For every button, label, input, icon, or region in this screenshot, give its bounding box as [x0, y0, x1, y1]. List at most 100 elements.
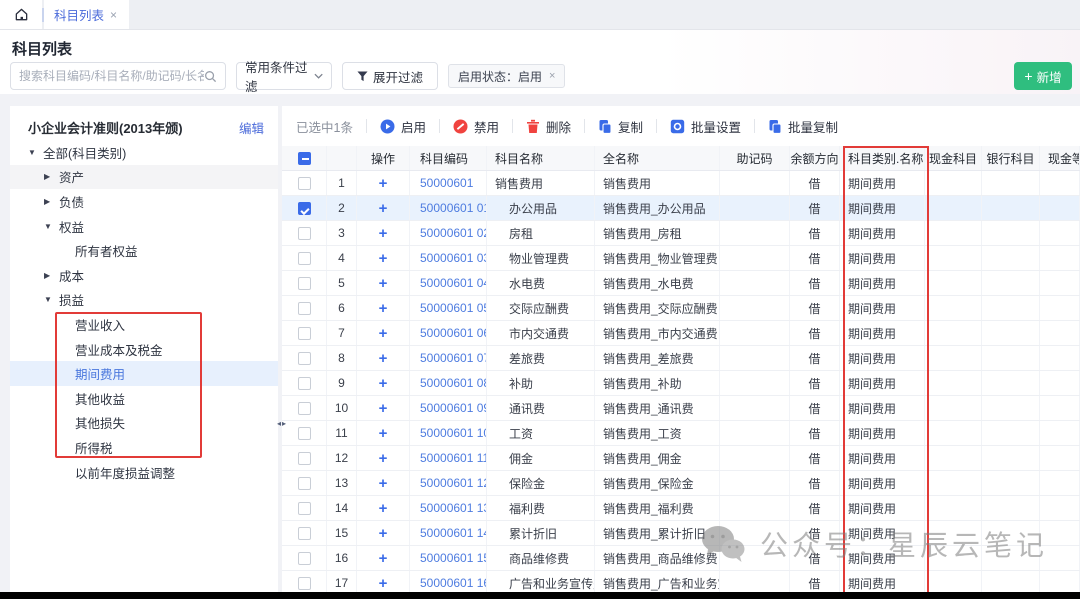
edit-link[interactable]: 编辑 [239, 118, 264, 137]
row-checkbox[interactable] [298, 552, 311, 565]
subject-code-link[interactable]: 50000601 05 [410, 296, 487, 320]
add-child-icon[interactable]: + [379, 576, 388, 591]
tree-down-arrow-icon[interactable]: ▼ [28, 148, 38, 157]
tree-item-13[interactable]: 以前年度损益调整 [10, 460, 278, 485]
table-row[interactable]: 12+50000601 11佣金销售费用_佣金借期间费用 [282, 446, 1080, 471]
row-checkbox[interactable] [298, 252, 311, 265]
row-checkbox[interactable] [298, 477, 311, 490]
table-row[interactable]: 9+50000601 08补助销售费用_补助借期间费用 [282, 371, 1080, 396]
row-checkbox[interactable] [298, 527, 311, 540]
search-box[interactable] [10, 62, 226, 90]
table-row[interactable]: 4+50000601 03物业管理费销售费用_物业管理费借期间费用 [282, 246, 1080, 271]
add-child-icon[interactable]: + [379, 401, 388, 416]
tree-item-0[interactable]: ▼全部(科目类别) [10, 140, 278, 165]
row-checkbox[interactable] [298, 177, 311, 190]
add-child-icon[interactable]: + [379, 351, 388, 366]
toolbar-button-1[interactable]: 禁用 [453, 117, 499, 136]
row-checkbox[interactable] [298, 227, 311, 240]
subject-code-link[interactable]: 50000601 03 [410, 246, 487, 270]
tree-item-1[interactable]: ▶资产 [10, 165, 278, 190]
table-row[interactable]: 5+50000601 04水电费销售费用_水电费借期间费用 [282, 271, 1080, 296]
table-row[interactable]: 1+50000601销售费用销售费用借期间费用 [282, 171, 1080, 196]
subject-code-link[interactable]: 50000601 02 [410, 221, 487, 245]
table-row[interactable]: 11+50000601 10工资销售费用_工资借期间费用 [282, 421, 1080, 446]
toolbar-button-3[interactable]: 复制 [598, 117, 643, 136]
tree-item-12[interactable]: 所得税 [10, 435, 278, 460]
home-button[interactable] [0, 0, 42, 29]
subject-code-link[interactable]: 50000601 12 [410, 471, 487, 495]
tree-item-11[interactable]: 其他损失 [10, 411, 278, 436]
tab-close-icon[interactable]: × [110, 8, 117, 22]
tree-down-arrow-icon[interactable]: ▼ [44, 222, 54, 231]
condition-filter-dropdown[interactable]: 常用条件过滤 [236, 62, 332, 90]
subject-code-link[interactable]: 50000601 06 [410, 321, 487, 345]
tree-item-10[interactable]: 其他收益 [10, 386, 278, 411]
row-checkbox[interactable] [298, 427, 311, 440]
tree-item-9[interactable]: 期间费用 [10, 361, 278, 386]
subject-code-link[interactable]: 50000601 15 [410, 546, 487, 570]
toolbar-button-0[interactable]: 启用 [380, 117, 426, 136]
row-checkbox[interactable] [298, 327, 311, 340]
tree-item-7[interactable]: 营业收入 [10, 312, 278, 337]
subject-code-link[interactable]: 50000601 04 [410, 271, 487, 295]
add-child-icon[interactable]: + [379, 451, 388, 466]
add-button[interactable]: + 新增 [1014, 62, 1072, 90]
subject-code-link[interactable]: 50000601 [410, 171, 487, 195]
table-row[interactable]: 16+50000601 15商品维修费销售费用_商品维修费借期间费用 [282, 546, 1080, 571]
add-child-icon[interactable]: + [379, 201, 388, 216]
row-checkbox[interactable] [298, 277, 311, 290]
add-child-icon[interactable]: + [379, 226, 388, 241]
add-child-icon[interactable]: + [379, 551, 388, 566]
subject-code-link[interactable]: 50000601 14 [410, 521, 487, 545]
add-child-icon[interactable]: + [379, 501, 388, 516]
tree-right-arrow-icon[interactable]: ▶ [44, 172, 54, 181]
subject-code-link[interactable]: 50000601 13 [410, 496, 487, 520]
select-all-checkbox[interactable] [298, 152, 311, 165]
add-child-icon[interactable]: + [379, 376, 388, 391]
add-child-icon[interactable]: + [379, 426, 388, 441]
table-row[interactable]: 13+50000601 12保险金销售费用_保险金借期间费用 [282, 471, 1080, 496]
table-row[interactable]: 3+50000601 02房租销售费用_房租借期间费用 [282, 221, 1080, 246]
row-checkbox[interactable] [298, 452, 311, 465]
add-child-icon[interactable]: + [379, 176, 388, 191]
subject-code-link[interactable]: 50000601 09 [410, 396, 487, 420]
toolbar-button-2[interactable]: 删除 [526, 117, 571, 136]
row-checkbox-checked[interactable] [298, 202, 311, 215]
tree-item-8[interactable]: 营业成本及税金 [10, 337, 278, 362]
tab-subject-list[interactable]: 科目列表 × [44, 0, 129, 29]
filter-tag-close-icon[interactable]: × [549, 70, 555, 82]
tree-down-arrow-icon[interactable]: ▼ [44, 295, 54, 304]
tree-right-arrow-icon[interactable]: ▶ [44, 271, 54, 280]
row-checkbox[interactable] [298, 302, 311, 315]
row-checkbox[interactable] [298, 402, 311, 415]
table-row[interactable]: 8+50000601 07差旅费销售费用_差旅费借期间费用 [282, 346, 1080, 371]
tree-right-arrow-icon[interactable]: ▶ [44, 197, 54, 206]
subject-code-link[interactable]: 50000601 11 [410, 446, 487, 470]
add-child-icon[interactable]: + [379, 301, 388, 316]
add-child-icon[interactable]: + [379, 526, 388, 541]
add-child-icon[interactable]: + [379, 251, 388, 266]
tree-item-6[interactable]: ▼损益 [10, 288, 278, 313]
tree-item-4[interactable]: 所有者权益 [10, 238, 278, 263]
table-row[interactable]: 6+50000601 05交际应酬费销售费用_交际应酬费借期间费用 [282, 296, 1080, 321]
table-row[interactable]: 10+50000601 09通讯费销售费用_通讯费借期间费用 [282, 396, 1080, 421]
expand-filter-button[interactable]: 展开过滤 [342, 62, 438, 90]
add-child-icon[interactable]: + [379, 326, 388, 341]
row-checkbox[interactable] [298, 577, 311, 590]
table-row[interactable]: 15+50000601 14累计折旧销售费用_累计折旧借期间费用 [282, 521, 1080, 546]
tree-item-2[interactable]: ▶负债 [10, 189, 278, 214]
tree-item-5[interactable]: ▶成本 [10, 263, 278, 288]
add-child-icon[interactable]: + [379, 476, 388, 491]
row-checkbox[interactable] [298, 352, 311, 365]
subject-code-link[interactable]: 50000601 07 [410, 346, 487, 370]
add-child-icon[interactable]: + [379, 276, 388, 291]
row-checkbox[interactable] [298, 502, 311, 515]
table-row[interactable]: 2+50000601 01办公用品销售费用_办公用品借期间费用 [282, 196, 1080, 221]
subject-code-link[interactable]: 50000601 01 [410, 196, 487, 220]
search-input[interactable] [19, 69, 204, 83]
toolbar-button-4[interactable]: 批量设置 [670, 117, 741, 136]
subject-code-link[interactable]: 50000601 10 [410, 421, 487, 445]
panel-splitter-handle[interactable]: ◂▸ [277, 416, 297, 430]
table-row[interactable]: 7+50000601 06市内交通费销售费用_市内交通费借期间费用 [282, 321, 1080, 346]
tree-item-3[interactable]: ▼权益 [10, 214, 278, 239]
